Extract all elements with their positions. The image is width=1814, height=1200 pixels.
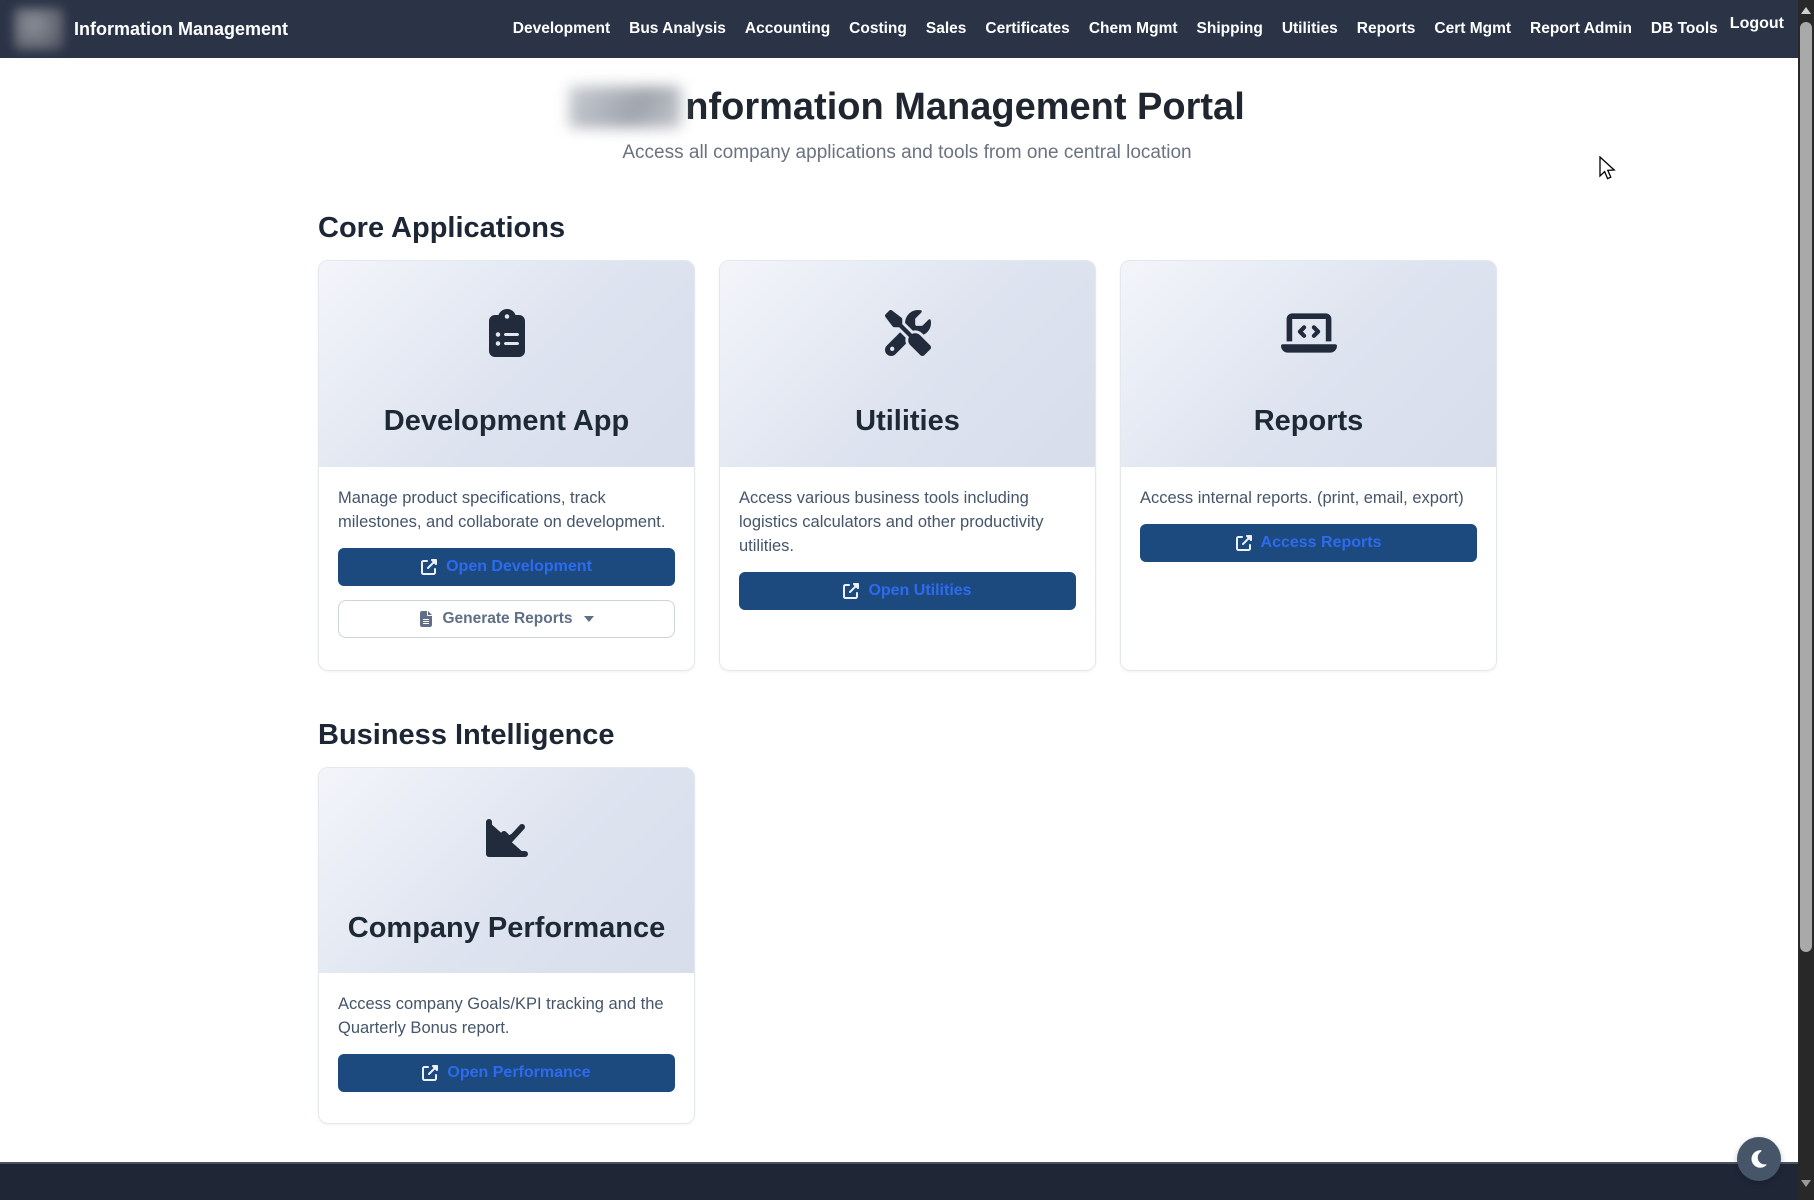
chevron-down-icon <box>584 616 594 622</box>
card-development-title: Development App <box>384 405 629 438</box>
clipboard-list-icon <box>488 309 526 357</box>
card-performance-body: Access company Goals/KPI tracking and th… <box>319 973 694 1111</box>
card-reports-title: Reports <box>1254 405 1364 438</box>
access-reports-label: Access Reports <box>1261 534 1382 552</box>
open-performance-button[interactable]: Open Performance <box>338 1054 675 1092</box>
moon-icon <box>1749 1149 1769 1169</box>
nav-item-chem-mgmt[interactable]: Chem Mgmt <box>1089 20 1178 38</box>
nav-item-report-admin[interactable]: Report Admin <box>1530 20 1632 38</box>
page-title: nformation Management Portal <box>0 86 1814 128</box>
file-icon <box>419 611 433 627</box>
browser-scrollbar[interactable] <box>1798 0 1814 1200</box>
nav-item-bus-analysis[interactable]: Bus Analysis <box>629 20 726 38</box>
open-utilities-button[interactable]: Open Utilities <box>739 572 1076 610</box>
page-footer <box>0 1162 1814 1200</box>
open-development-button[interactable]: Open Development <box>338 548 675 586</box>
logout-link[interactable]: Logout <box>1730 15 1784 33</box>
external-link-icon <box>843 583 859 599</box>
open-development-label: Open Development <box>446 558 592 576</box>
card-reports-body: Access internal reports. (print, email, … <box>1121 467 1496 581</box>
open-performance-label: Open Performance <box>447 1064 590 1082</box>
open-utilities-label: Open Utilities <box>868 582 971 600</box>
card-development-body: Manage product specifications, track mil… <box>319 467 694 657</box>
company-logo <box>14 8 64 50</box>
card-performance-title: Company Performance <box>348 912 666 945</box>
section-heading-business-intelligence: Business Intelligence <box>318 719 1496 752</box>
card-development-app: Development App Manage product specifica… <box>318 260 695 671</box>
card-performance-description: Access company Goals/KPI tracking and th… <box>338 992 675 1040</box>
navbar-brand[interactable]: Information Management <box>74 19 288 40</box>
external-link-icon <box>422 1065 438 1081</box>
navbar-links: Development Bus Analysis Accounting Cost… <box>513 20 1718 38</box>
nav-item-certificates[interactable]: Certificates <box>985 20 1069 38</box>
card-development-header: Development App <box>319 261 694 467</box>
chart-line-icon <box>483 816 531 864</box>
dark-mode-toggle-button[interactable] <box>1737 1137 1781 1181</box>
card-utilities: Utilities Access various business tools … <box>719 260 1096 671</box>
nav-item-accounting[interactable]: Accounting <box>745 20 830 38</box>
nav-item-development[interactable]: Development <box>513 20 610 38</box>
scrollbar-up-arrow-icon[interactable] <box>1801 7 1811 14</box>
card-reports-description: Access internal reports. (print, email, … <box>1140 486 1477 510</box>
scrollbar-down-arrow-icon[interactable] <box>1801 1180 1811 1187</box>
top-navbar: Information Management Development Bus A… <box>0 0 1814 58</box>
access-reports-button[interactable]: Access Reports <box>1140 524 1477 562</box>
screwdriver-wrench-icon <box>885 309 931 357</box>
card-development-description: Manage product specifications, track mil… <box>338 486 675 534</box>
nav-item-shipping[interactable]: Shipping <box>1197 20 1263 38</box>
card-utilities-body: Access various business tools including … <box>720 467 1095 629</box>
nav-item-utilities[interactable]: Utilities <box>1282 20 1338 38</box>
card-utilities-description: Access various business tools including … <box>739 486 1076 558</box>
card-reports-header: Reports <box>1121 261 1496 467</box>
external-link-icon <box>421 559 437 575</box>
page-subtitle: Access all company applications and tool… <box>0 142 1814 164</box>
redacted-company-name <box>569 86 681 128</box>
nav-item-costing[interactable]: Costing <box>849 20 907 38</box>
generate-reports-dropdown-button[interactable]: Generate Reports <box>338 600 675 638</box>
section-heading-core-applications: Core Applications <box>318 212 1496 245</box>
scrollbar-thumb[interactable] <box>1800 22 1812 952</box>
nav-item-reports[interactable]: Reports <box>1357 20 1416 38</box>
external-link-icon <box>1236 535 1252 551</box>
card-company-performance: Company Performance Access company Goals… <box>318 767 695 1124</box>
core-applications-row: Development App Manage product specifica… <box>318 260 1496 671</box>
page-title-text: nformation Management Portal <box>685 86 1245 128</box>
laptop-code-icon <box>1281 309 1337 357</box>
nav-item-db-tools[interactable]: DB Tools <box>1651 20 1718 38</box>
generate-reports-label: Generate Reports <box>442 610 572 628</box>
nav-item-sales[interactable]: Sales <box>926 20 967 38</box>
card-performance-header: Company Performance <box>319 768 694 973</box>
card-reports: Reports Access internal reports. (print,… <box>1120 260 1497 671</box>
card-utilities-header: Utilities <box>720 261 1095 467</box>
nav-item-cert-mgmt[interactable]: Cert Mgmt <box>1434 20 1511 38</box>
card-utilities-title: Utilities <box>855 405 960 438</box>
